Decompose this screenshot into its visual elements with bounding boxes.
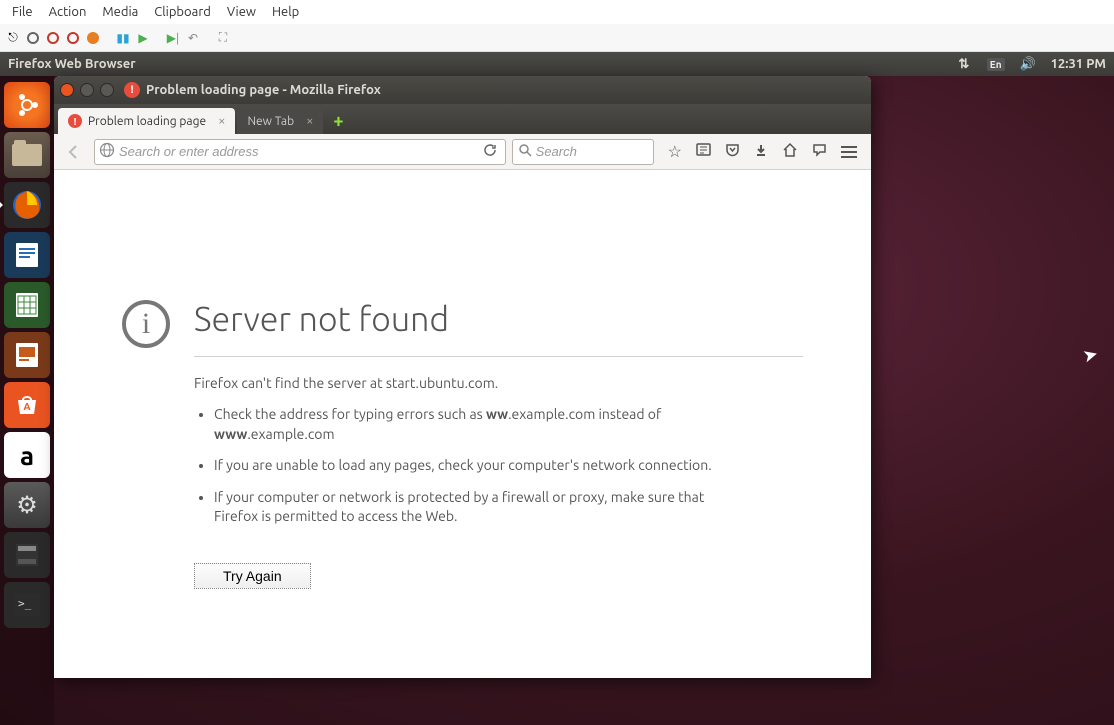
mouse-cursor-icon: ➤ [1081, 343, 1101, 367]
vm-reset-icon[interactable] [84, 29, 102, 47]
window-maximize-button[interactable] [100, 83, 114, 97]
vm-stop-icon[interactable] [44, 29, 62, 47]
system-settings-icon[interactable]: ⚙ [4, 482, 50, 528]
amazon-icon[interactable]: a [4, 432, 50, 478]
vm-menu-clipboard[interactable]: Clipboard [146, 3, 219, 21]
vm-menu-view[interactable]: View [219, 3, 264, 21]
firefox-launcher-icon[interactable] [4, 182, 50, 228]
vm-revert-icon[interactable]: ↶ [184, 29, 202, 47]
page-content: i Server not found Firefox can't find th… [54, 170, 871, 619]
tab-strip: ! Problem loading page × New Tab × + [54, 104, 871, 134]
reload-button[interactable] [479, 143, 501, 160]
search-icon [519, 144, 532, 160]
libreoffice-calc-icon[interactable] [4, 282, 50, 328]
clock[interactable]: 12:31 PM [1051, 57, 1106, 71]
window-close-button[interactable] [60, 83, 74, 97]
chat-icon[interactable] [812, 142, 827, 161]
vm-menu-help[interactable]: Help [264, 3, 307, 21]
libreoffice-impress-icon[interactable] [4, 332, 50, 378]
unity-launcher: A a ⚙ >_ [0, 76, 54, 725]
error-title: Server not found [194, 300, 803, 357]
downloads-icon[interactable] [754, 143, 768, 161]
url-bar[interactable] [94, 139, 506, 165]
ubuntu-desktop: Firefox Web Browser ⇅ En 🔊 12:31 PM A a … [0, 52, 1114, 725]
back-button[interactable] [60, 138, 88, 166]
files-icon[interactable] [4, 132, 50, 178]
try-again-button[interactable]: Try Again [194, 563, 311, 589]
tab-label: New Tab [247, 115, 294, 128]
vm-toolbar: ⎋ ▮▮ ▶ ▶| ↶ ⛶ [0, 24, 1114, 52]
vm-shutdown-icon[interactable] [64, 29, 82, 47]
tab-close-icon[interactable]: × [306, 114, 313, 128]
vm-start-icon[interactable]: ▶ [134, 29, 152, 47]
workspace-switcher-icon[interactable] [4, 532, 50, 578]
error-message: Firefox can't find the server at start.u… [194, 375, 803, 391]
search-bar[interactable] [512, 139, 654, 165]
nav-toolbar: ☆ [54, 134, 871, 170]
url-input[interactable] [119, 144, 475, 159]
keyboard-indicator[interactable]: En [987, 58, 1005, 71]
ubuntu-top-panel: Firefox Web Browser ⇅ En 🔊 12:31 PM [0, 52, 1114, 76]
error-suggestions: Check the address for typing errors such… [194, 405, 803, 527]
terminal-icon[interactable]: >_ [4, 582, 50, 628]
error-favicon-icon: ! [124, 82, 140, 98]
window-titlebar[interactable]: ! Problem loading page - Mozilla Firefox [54, 76, 871, 104]
pocket-icon[interactable] [725, 142, 740, 161]
firefox-window: ! Problem loading page - Mozilla Firefox… [54, 76, 871, 678]
tab-label: Problem loading page [88, 115, 206, 128]
libreoffice-writer-icon[interactable] [4, 232, 50, 278]
sound-indicator-icon[interactable]: 🔊 [1019, 55, 1037, 73]
network-indicator-icon[interactable]: ⇅ [955, 55, 973, 73]
window-minimize-button[interactable] [80, 83, 94, 97]
vm-record-icon[interactable] [24, 29, 42, 47]
ubuntu-software-icon[interactable]: A [4, 382, 50, 428]
bookmark-star-icon[interactable]: ☆ [668, 142, 682, 161]
globe-icon[interactable] [99, 142, 115, 161]
svg-text:A: A [23, 401, 30, 412]
tab-problem-loading[interactable]: ! Problem loading page × [58, 108, 235, 134]
home-icon[interactable] [782, 142, 798, 162]
vm-menu-media[interactable]: Media [94, 3, 146, 21]
reading-list-icon[interactable] [696, 142, 711, 161]
vm-pause-icon[interactable]: ▮▮ [114, 29, 132, 47]
vm-menu-action[interactable]: Action [41, 3, 95, 21]
vm-fullscreen-icon[interactable]: ⛶ [214, 29, 232, 47]
new-tab-button[interactable]: + [327, 110, 349, 132]
vm-menu-file[interactable]: File [4, 3, 41, 21]
info-icon: i [122, 300, 170, 348]
panel-app-title: Firefox Web Browser [8, 57, 955, 71]
svg-text:>_: >_ [18, 597, 32, 610]
error-suggestion-3: If your computer or network is protected… [214, 488, 714, 527]
vm-ctrl-alt-del-icon[interactable]: ⎋ [4, 29, 22, 47]
window-title: Problem loading page - Mozilla Firefox [146, 83, 381, 97]
vm-menubar: File Action Media Clipboard View Help [0, 0, 1114, 24]
dash-icon[interactable] [4, 82, 50, 128]
error-suggestion-2: If you are unable to load any pages, che… [214, 456, 714, 476]
error-favicon-icon: ! [68, 114, 82, 128]
tab-new-tab[interactable]: New Tab × [237, 108, 323, 134]
menu-button[interactable] [841, 146, 857, 158]
tab-close-icon[interactable]: × [218, 114, 225, 128]
vm-snapshot-icon[interactable]: ▶| [164, 29, 182, 47]
error-suggestion-1: Check the address for typing errors such… [214, 405, 714, 444]
